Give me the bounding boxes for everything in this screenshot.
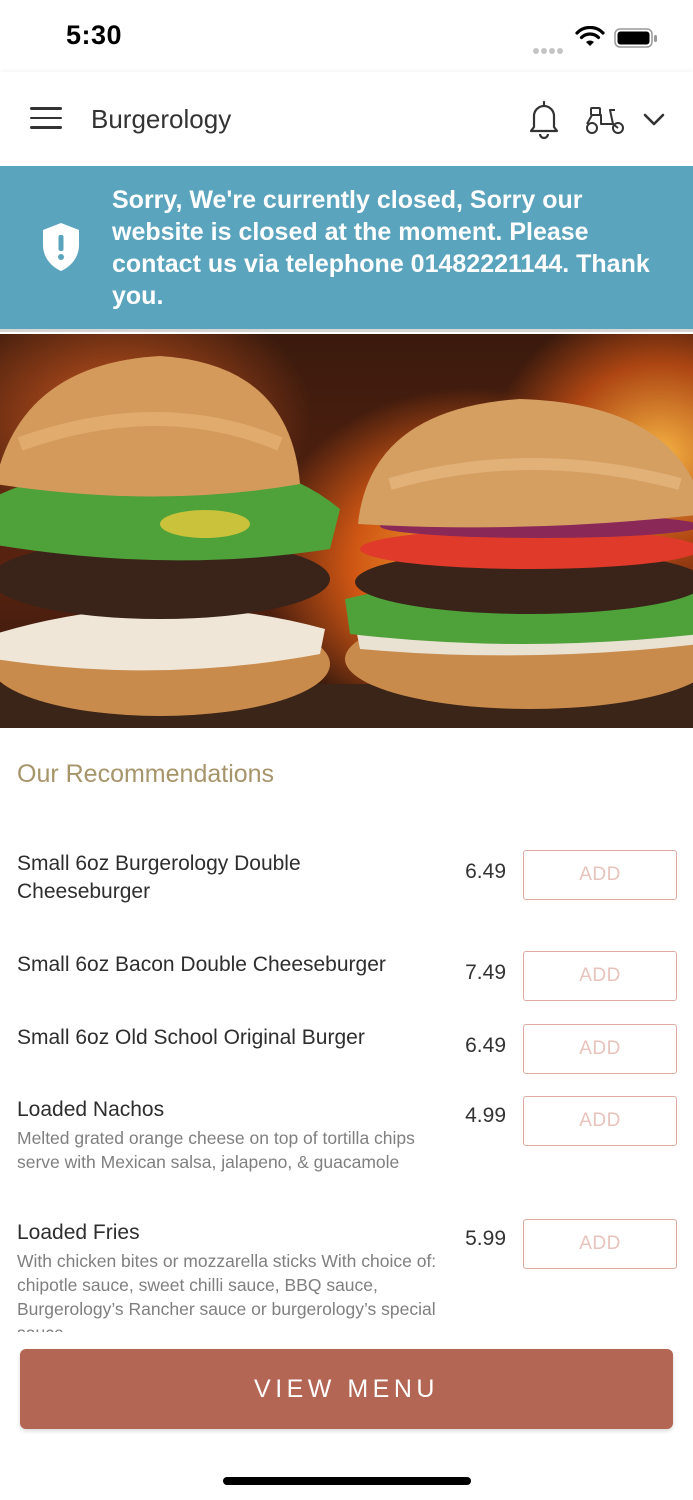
list-item[interactable]: Small 6oz Burgerology Double Cheeseburge…	[17, 850, 677, 906]
wifi-icon	[575, 26, 605, 46]
bell-icon[interactable]	[526, 99, 562, 139]
closed-message: Sorry, We're currently closed, Sorry our…	[112, 186, 650, 310]
add-button[interactable]: ADD	[523, 1024, 677, 1074]
add-button[interactable]: ADD	[523, 951, 677, 1001]
app-header: Burgerology	[0, 72, 693, 166]
item-price: 5.99	[465, 1227, 506, 1250]
status-bar: 5:30	[0, 0, 693, 72]
item-name: Loaded Fries	[17, 1221, 140, 1244]
list-item[interactable]: Small 6oz Old School Original Burger 6.4…	[17, 1024, 677, 1074]
menu-icon[interactable]	[30, 107, 62, 131]
item-description: Melted grated orange cheese on top of to…	[17, 1128, 415, 1172]
closed-banner: Sorry, We're currently closed, Sorry our…	[0, 166, 693, 332]
chevron-down-icon[interactable]	[640, 108, 668, 130]
recommendations-title: Our Recommendations	[17, 760, 275, 788]
item-name: Small 6oz Bacon Double Cheeseburger	[17, 953, 386, 976]
view-menu-button[interactable]: VIEW MENU	[20, 1349, 673, 1429]
add-button[interactable]: ADD	[523, 1096, 677, 1146]
item-description: With chicken bites or mozzarella sticks …	[17, 1251, 437, 1335]
item-price: 4.99	[465, 1104, 506, 1127]
list-item[interactable]: Small 6oz Bacon Double Cheeseburger 7.49…	[17, 951, 677, 1001]
add-button[interactable]: ADD	[523, 850, 677, 900]
item-price: 6.49	[465, 1034, 506, 1057]
hero-image	[0, 334, 693, 728]
list-item[interactable]: Loaded Fries With chicken bites or mozza…	[17, 1219, 677, 1335]
battery-icon	[614, 28, 657, 48]
home-indicator[interactable]	[223, 1477, 471, 1485]
status-time: 5:30	[66, 20, 123, 50]
item-price: 6.49	[465, 860, 506, 883]
item-name: Small 6oz Old School Original Burger	[17, 1026, 365, 1049]
scooter-icon[interactable]	[584, 104, 626, 136]
item-name: Loaded Nachos	[17, 1098, 165, 1121]
shield-alert-icon	[43, 223, 79, 271]
item-price: 7.49	[465, 961, 506, 984]
list-item[interactable]: Loaded Nachos Melted grated orange chees…	[17, 1096, 677, 1174]
cellular-signal-icon	[533, 41, 567, 54]
item-name: Small 6oz Burgerology Double Cheeseburge…	[17, 852, 301, 903]
app-title: Burgerology	[91, 104, 232, 134]
add-button[interactable]: ADD	[523, 1219, 677, 1269]
